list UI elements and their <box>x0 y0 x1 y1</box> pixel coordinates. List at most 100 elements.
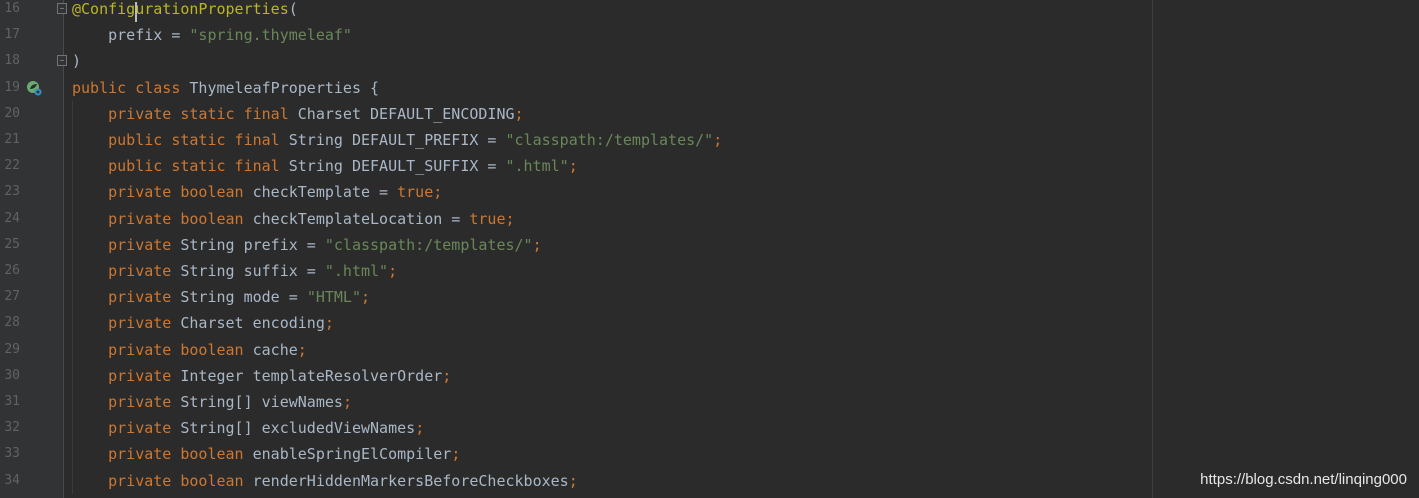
line-number: 28 <box>4 315 20 331</box>
line-number: 18 <box>4 53 20 69</box>
line-number: 19 <box>4 79 20 95</box>
code-token: private boolean <box>72 209 253 228</box>
code-token: ( <box>288 0 298 18</box>
code-token: ; <box>415 419 425 438</box>
code-token: prefix = <box>72 26 190 45</box>
code-token: renderHiddenMarkersBeforeCheckboxes <box>252 471 569 490</box>
code-token: ; <box>568 471 578 490</box>
code-token: private <box>72 262 181 280</box>
code-token: String prefix = <box>180 235 325 254</box>
code-line[interactable]: private String[] excludedViewNames; <box>72 415 424 441</box>
line-number: 29 <box>4 341 20 357</box>
line-number: 31 <box>4 394 20 409</box>
text-caret <box>135 2 137 22</box>
code-editor[interactable]: @ConfigurationProperties( prefix = "spri… <box>72 0 1152 498</box>
code-line[interactable]: @ConfigurationProperties( <box>72 0 298 22</box>
code-line[interactable]: public static final String DEFAULT_PREFI… <box>72 127 722 153</box>
code-token: private static final <box>72 104 298 123</box>
code-token: ; <box>451 445 461 464</box>
code-line[interactable]: private String[] viewNames; <box>72 389 352 415</box>
code-token: @ConfigurationProperties <box>72 0 289 18</box>
line-number: 24 <box>4 210 20 226</box>
code-token: cache <box>252 340 298 359</box>
code-line[interactable]: private boolean checkTemplate = true; <box>72 179 442 205</box>
code-token: ; <box>361 288 371 307</box>
line-number: 26 <box>4 263 20 278</box>
code-token: private boolean <box>72 183 253 202</box>
code-token: checkTemplate = <box>252 183 398 202</box>
code-token: private <box>72 288 181 307</box>
code-token: private <box>72 366 181 385</box>
code-line[interactable]: private Charset encoding; <box>72 310 334 336</box>
code-token: private <box>72 235 181 254</box>
code-token: true; <box>469 209 515 228</box>
code-token: private <box>72 419 181 438</box>
code-token: "classpath:/templates/" <box>505 131 714 149</box>
fold-open-icon[interactable] <box>57 3 67 14</box>
code-token: "spring.thymeleaf" <box>189 26 352 45</box>
code-token: ; <box>713 131 723 149</box>
code-token: ".html" <box>324 262 389 280</box>
code-line[interactable]: public static final String DEFAULT_SUFFI… <box>72 153 578 179</box>
code-token: Integer templateResolverOrder <box>180 366 443 385</box>
code-line[interactable]: private boolean cache; <box>72 337 307 363</box>
code-line[interactable]: private static final Charset DEFAULT_ENC… <box>72 101 524 127</box>
line-number: 16 <box>4 1 20 16</box>
code-token: public static final <box>72 131 289 149</box>
code-token: enableSpringElCompiler <box>252 445 452 464</box>
code-line[interactable]: private boolean checkTemplateLocation = … <box>72 206 515 232</box>
code-token: private <box>72 393 181 411</box>
code-token: ) <box>72 52 82 71</box>
code-line[interactable]: private String mode = "HTML"; <box>72 284 370 310</box>
code-line[interactable]: private Integer templateResolverOrder; <box>72 363 451 389</box>
line-number: 30 <box>4 367 20 383</box>
code-token: Charset DEFAULT_ENCODING <box>297 104 515 123</box>
code-token: ; <box>514 104 524 123</box>
code-token: String DEFAULT_SUFFIX = <box>288 157 506 176</box>
code-line[interactable]: private String prefix = "classpath:/temp… <box>72 232 542 258</box>
line-number: 34 <box>4 472 20 488</box>
line-number: 22 <box>4 158 20 174</box>
fold-close-icon[interactable] <box>57 55 67 67</box>
code-token: private boolean <box>72 471 253 490</box>
code-token: String DEFAULT_PREFIX = <box>288 131 506 149</box>
code-token: public static final <box>72 157 289 176</box>
code-token: String suffix = <box>180 262 325 280</box>
code-token: ; <box>342 393 352 411</box>
code-token: ; <box>324 314 334 333</box>
code-line[interactable]: prefix = "spring.thymeleaf" <box>72 22 352 48</box>
line-number: 27 <box>4 289 20 305</box>
code-token: ; <box>442 366 452 385</box>
code-token: private <box>72 314 181 333</box>
code-token: ; <box>388 262 398 280</box>
code-token: String[] viewNames <box>180 393 343 411</box>
code-line[interactable]: ) <box>72 48 81 74</box>
code-token: ; <box>532 235 542 254</box>
code-token: ".html" <box>505 157 569 176</box>
code-token: private boolean <box>72 445 253 464</box>
code-token: private boolean <box>72 340 253 359</box>
line-number: 20 <box>4 105 20 121</box>
code-token: "classpath:/templates/" <box>324 235 533 254</box>
watermark-text: https://blog.csdn.net/linqing000 <box>1200 471 1407 488</box>
code-token: String[] excludedViewNames <box>180 419 416 438</box>
right-margin-guide <box>1152 0 1153 498</box>
line-number: 32 <box>4 420 20 436</box>
code-token: ; <box>297 340 307 359</box>
code-line[interactable]: public class ThymeleafProperties { <box>72 75 379 101</box>
line-number: 25 <box>4 236 20 252</box>
code-line[interactable]: private boolean renderHiddenMarkersBefor… <box>72 468 578 494</box>
code-token: true; <box>397 183 443 202</box>
code-token: Charset encoding <box>180 314 325 333</box>
code-line[interactable]: private boolean enableSpringElCompiler; <box>72 441 460 467</box>
line-number: 33 <box>4 446 20 462</box>
code-line[interactable]: private String suffix = ".html"; <box>72 258 397 284</box>
spring-bean-icon[interactable] <box>26 80 42 96</box>
code-token: "HTML" <box>306 288 361 307</box>
code-token: ThymeleafProperties { <box>189 78 380 97</box>
code-token: ; <box>568 157 578 176</box>
line-number: 21 <box>4 132 20 147</box>
indent-guide <box>72 100 73 494</box>
line-number: 23 <box>4 184 20 200</box>
line-number: 17 <box>4 27 20 43</box>
